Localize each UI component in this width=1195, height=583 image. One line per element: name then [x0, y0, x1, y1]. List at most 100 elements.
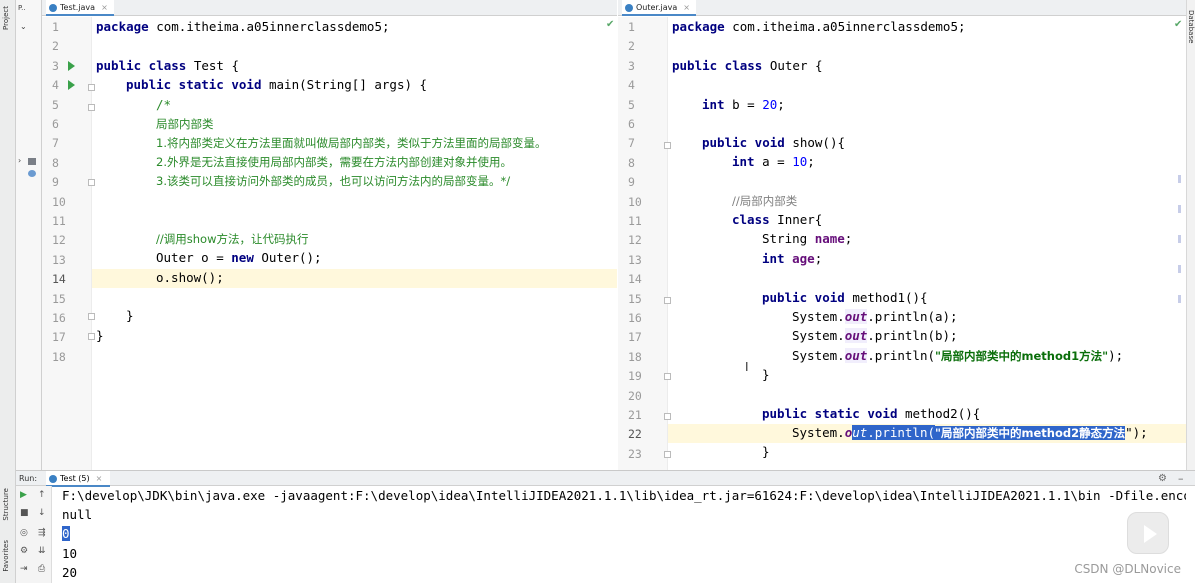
line-number: 5	[628, 97, 635, 112]
scroll-end-icon[interactable]: ⇊	[38, 546, 46, 556]
line-number: 23	[628, 446, 642, 461]
soft-wrap-icon[interactable]: ⇶	[38, 528, 46, 538]
fold-icon[interactable]	[664, 413, 671, 420]
left-tool-strip: Project Structure Favorites	[0, 0, 16, 583]
line-number: 8	[628, 155, 635, 170]
line-number: 4	[628, 78, 635, 93]
scroll-marker	[1178, 175, 1181, 183]
code-line-12: String name;	[762, 231, 853, 246]
code-line-1: package com.itheima.a05innerclassdemo5;	[96, 19, 390, 34]
scroll-marker	[1178, 205, 1181, 213]
fold-icon[interactable]	[88, 333, 95, 340]
line-number: 19	[628, 369, 642, 384]
scroll-marker	[1178, 265, 1181, 273]
fold-icon[interactable]	[88, 84, 95, 91]
code-line-6: 局部内部类	[156, 117, 214, 131]
camera-icon[interactable]: ◎	[20, 528, 28, 538]
class-icon	[49, 475, 57, 483]
right-editor[interactable]: ✔ 1 2 3 4 5 6 7 8 9 10 11 12 13 14 15 16 17 18 19 20 21 22 23 …	[618, 17, 1186, 470]
gear-icon[interactable]: ⚙	[1158, 473, 1167, 484]
fold-icon[interactable]	[664, 297, 671, 304]
line-number: 16	[52, 311, 66, 325]
text-cursor-icon: I	[745, 360, 749, 374]
code-line-12: //调用show方法，让代码执行	[156, 232, 309, 246]
code-line-18: System.out.println("局部内部类中的method1方法");	[792, 348, 1124, 363]
line-number: 22	[628, 427, 642, 442]
favorites-tool-tab[interactable]: Favorites	[2, 540, 10, 572]
video-play-button[interactable]	[1127, 512, 1169, 554]
left-editor[interactable]: ✔ 1 2 3 4 5 6 7 8 9 10 11 12 13 14 15 16 17 18 package co…	[42, 17, 617, 470]
line-number: 8	[52, 155, 59, 170]
scratches-icon	[28, 170, 36, 177]
line-number: 3	[628, 58, 635, 73]
chevron-right-icon[interactable]: ›	[18, 156, 21, 165]
code-line-21: public static void method2(){	[762, 406, 981, 421]
line-number: 11	[628, 214, 642, 228]
close-icon[interactable]: ×	[683, 3, 690, 12]
line-number: 6	[52, 117, 59, 131]
console-output[interactable]: F:\develop\JDK\bin\java.exe -javaagent:F…	[52, 486, 1186, 583]
project-tool-tab[interactable]: Project	[2, 6, 10, 30]
tab-test-java[interactable]: Test.java ×	[46, 0, 114, 16]
code-line-17: System.out.println(b);	[792, 328, 958, 343]
console-line: 20	[62, 565, 78, 580]
line-number: 20	[628, 388, 642, 403]
line-number: 9	[52, 175, 59, 190]
line-number: 2	[628, 39, 635, 54]
line-number: 7	[52, 136, 59, 151]
exit-icon[interactable]: ⇥	[20, 564, 28, 574]
code-line-7: public void show(){	[702, 135, 846, 150]
fold-icon[interactable]	[664, 142, 671, 149]
run-class-icon[interactable]	[68, 61, 75, 71]
code-line-3: public class Test {	[96, 58, 239, 73]
code-line-15: public void method1(){	[762, 290, 928, 305]
code-line-9: 3.该类可以直接访问外部类的成员，也可以访问方法内的局部变量。*/	[156, 174, 511, 188]
line-number: 18	[52, 349, 66, 364]
code-line-16: }	[126, 308, 134, 323]
code-line-11: class Inner{	[732, 212, 823, 227]
close-icon[interactable]: ×	[101, 3, 108, 12]
fold-icon[interactable]	[88, 104, 95, 111]
minimize-icon[interactable]: –	[1178, 472, 1184, 485]
database-tool-tab[interactable]: Database	[1187, 10, 1195, 43]
project-panel: P.. ⌄ ›	[16, 0, 42, 470]
left-tab-bar: Test.java ×	[42, 0, 617, 16]
settings-icon[interactable]: ⚙	[20, 546, 28, 556]
project-header[interactable]: P..	[18, 4, 26, 12]
code-line-17: }	[96, 328, 104, 343]
run-main-icon[interactable]	[68, 80, 75, 90]
fold-icon[interactable]	[664, 451, 671, 458]
check-icon: ✔	[606, 19, 615, 30]
check-icon: ✔	[1174, 19, 1183, 30]
line-number: 6	[628, 117, 635, 131]
line-number: 7	[628, 136, 635, 151]
code-line-7: 1.将内部类定义在方法里面就叫做局部内部类，类似于方法里面的局部变量。	[156, 136, 547, 150]
fold-icon[interactable]	[88, 179, 95, 186]
rerun-icon[interactable]: ▶	[20, 490, 27, 500]
run-tab[interactable]: Test (5) ×	[46, 471, 111, 487]
code-line-13: int age;	[762, 251, 823, 266]
watermark: CSDN @DLNovice	[1074, 562, 1181, 576]
close-icon[interactable]: ×	[96, 474, 103, 483]
code-line-10: //局部内部类	[732, 194, 798, 208]
fold-icon[interactable]	[88, 313, 95, 320]
chevron-down-icon[interactable]: ⌄	[20, 22, 27, 31]
line-number: 12	[52, 233, 66, 248]
structure-tool-tab[interactable]: Structure	[2, 488, 10, 521]
print-icon[interactable]: ⎙	[38, 564, 45, 574]
scroll-marker	[1178, 235, 1181, 243]
code-line-8: 2.外界是无法直接使用局部内部类，需要在方法内部创建对象并使用。	[156, 155, 512, 169]
console-line: 10	[62, 546, 78, 561]
line-number: 12	[628, 233, 642, 248]
stop-icon[interactable]: ■	[20, 508, 29, 518]
line-number: 21	[628, 408, 642, 422]
code-line-16: System.out.println(a);	[792, 309, 958, 324]
line-number: 1	[52, 20, 59, 34]
library-icon	[28, 158, 36, 165]
code-line-19: }	[762, 367, 770, 382]
scroll-up-icon[interactable]: ↑	[38, 490, 46, 500]
tab-outer-java[interactable]: Outer.java ×	[622, 0, 696, 16]
line-number: 11	[52, 214, 66, 228]
fold-icon[interactable]	[664, 373, 671, 380]
scroll-down-icon[interactable]: ↓	[38, 508, 46, 518]
